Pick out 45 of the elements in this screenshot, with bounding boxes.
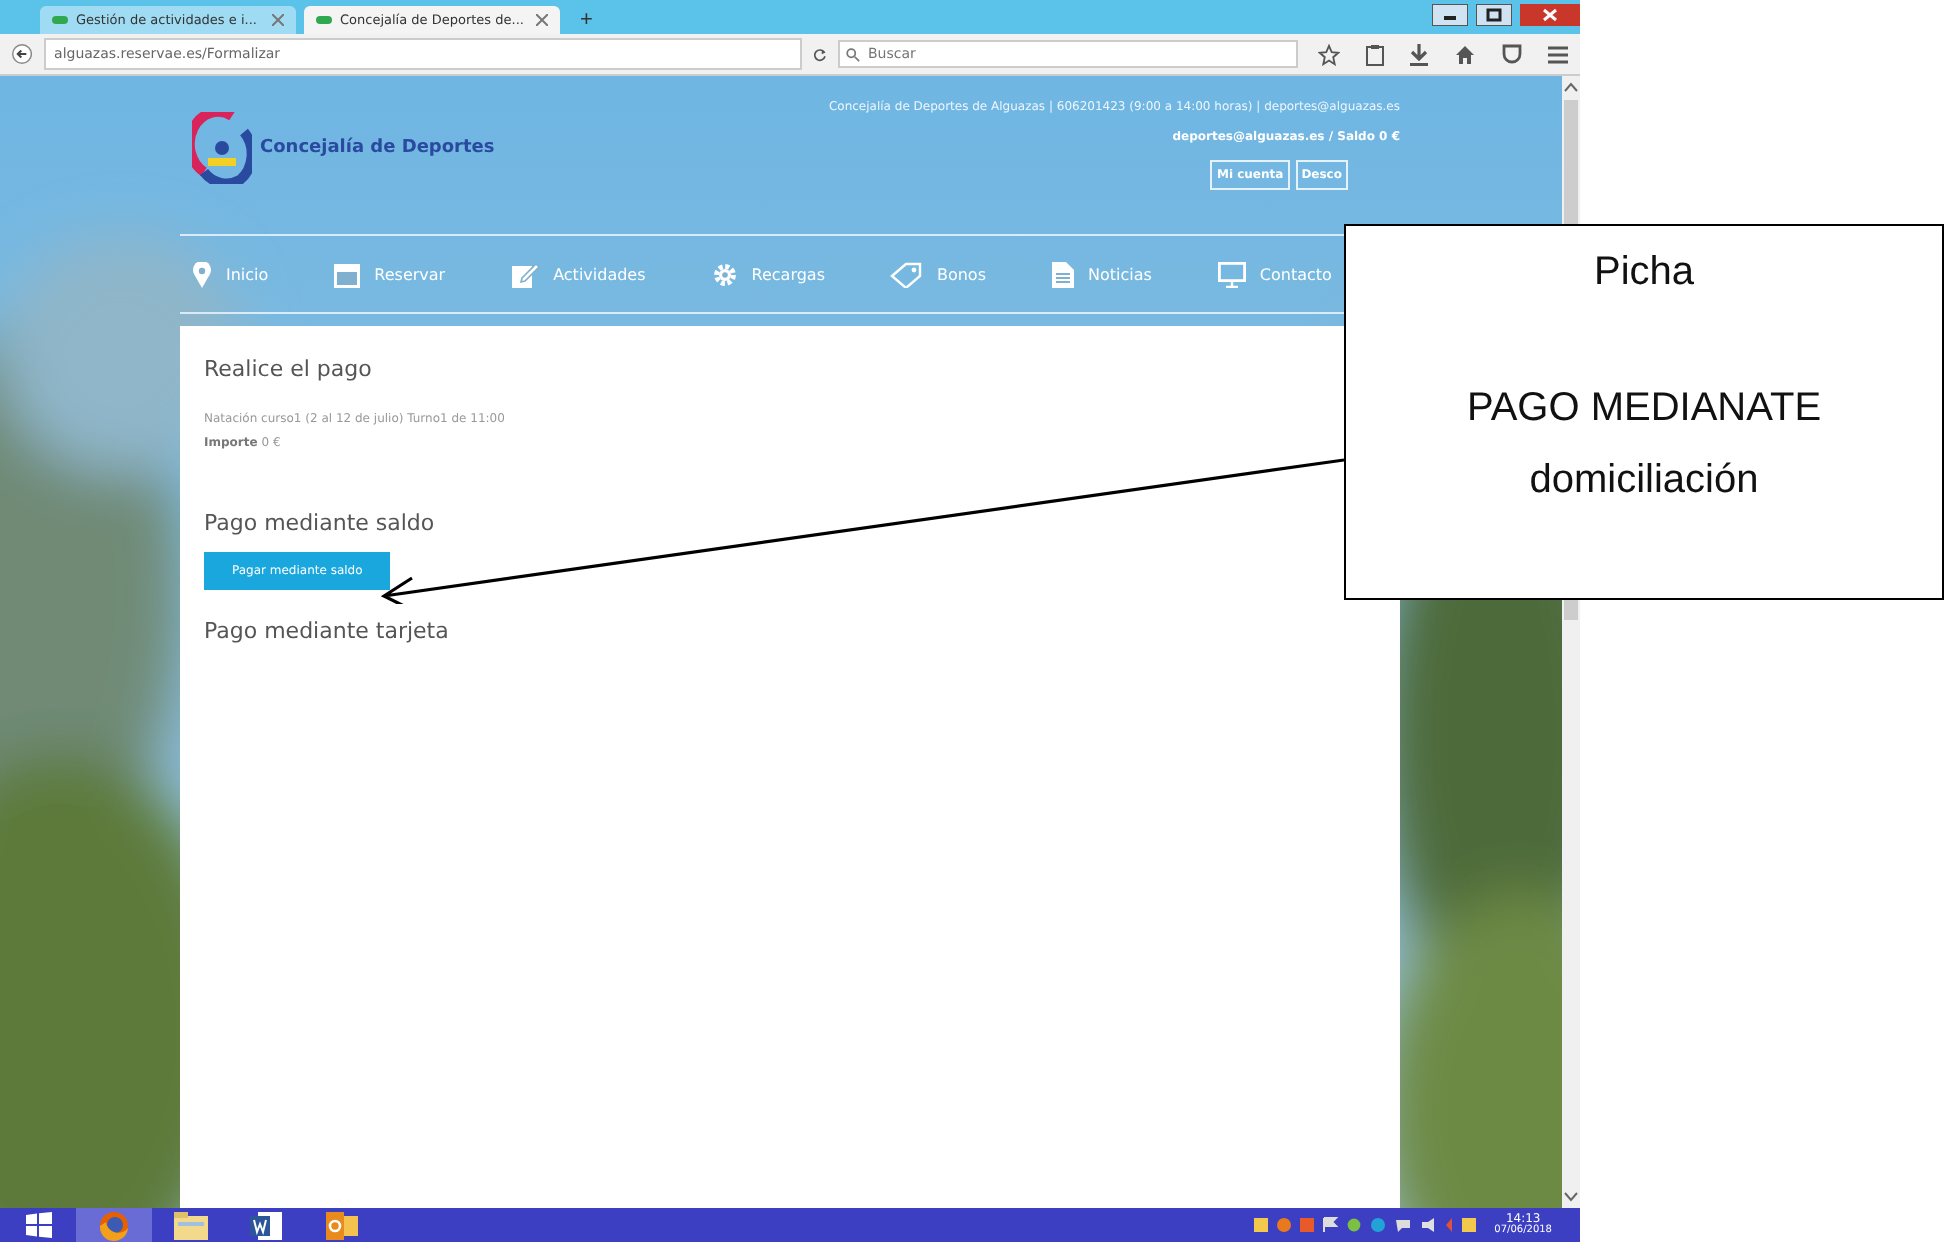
menu-icon[interactable] bbox=[1548, 45, 1568, 63]
maximize-icon[interactable] bbox=[1476, 4, 1512, 26]
gear-icon bbox=[711, 261, 738, 287]
reload-icon[interactable] bbox=[813, 45, 826, 63]
nav-link[interactable]: Contacto bbox=[1217, 261, 1332, 287]
nav-link[interactable]: Actividades bbox=[511, 261, 646, 287]
download-icon[interactable] bbox=[1410, 43, 1428, 65]
new-tab-button[interactable]: + bbox=[568, 6, 605, 34]
folder-icon bbox=[173, 1210, 207, 1240]
scroll-down-icon[interactable] bbox=[1564, 1192, 1578, 1202]
section-heading: Pago mediante tarjeta bbox=[204, 618, 449, 644]
close-icon[interactable] bbox=[536, 14, 548, 26]
nav-link[interactable]: Noticias bbox=[1051, 261, 1152, 287]
close-icon[interactable] bbox=[272, 14, 284, 26]
nav-link[interactable]: Bonos bbox=[890, 261, 986, 287]
site-logo-text[interactable]: Concejalía de Deportes bbox=[260, 138, 495, 158]
location-pin-icon bbox=[192, 261, 212, 287]
search-icon bbox=[846, 48, 860, 62]
star-icon[interactable] bbox=[1318, 43, 1340, 65]
callout-title: Picha bbox=[1593, 250, 1695, 296]
monitor-icon bbox=[1217, 261, 1246, 287]
nav-link[interactable]: Recargas bbox=[711, 261, 825, 287]
windows-icon bbox=[25, 1212, 51, 1238]
logo-icon bbox=[192, 112, 252, 184]
section-heading: Pago mediante saldo bbox=[204, 510, 435, 536]
back-icon[interactable] bbox=[12, 40, 33, 68]
document-app-icon bbox=[250, 1209, 282, 1241]
mail-app-icon bbox=[326, 1209, 358, 1241]
scroll-up-icon[interactable] bbox=[1564, 82, 1578, 92]
clipboard-icon[interactable] bbox=[1366, 43, 1384, 65]
callout-text: domiciliación bbox=[1529, 456, 1759, 506]
tab-favicon-icon bbox=[316, 16, 332, 24]
edit-icon bbox=[511, 261, 540, 287]
calendar-icon bbox=[334, 261, 361, 287]
browser-icon bbox=[98, 1209, 130, 1241]
minimize-icon[interactable] bbox=[1432, 4, 1468, 26]
page-title: Realice el pago bbox=[204, 356, 372, 382]
home-icon[interactable] bbox=[1454, 43, 1476, 65]
nav-link[interactable]: Inicio bbox=[192, 261, 269, 287]
shield-icon[interactable] bbox=[1502, 44, 1522, 64]
nav-link[interactable]: Reservar bbox=[334, 261, 446, 287]
tab-favicon-icon bbox=[52, 16, 68, 24]
tag-icon bbox=[890, 261, 923, 287]
close-icon[interactable] bbox=[1520, 4, 1580, 26]
callout-text: PAGO MEDIANATE bbox=[1466, 384, 1822, 434]
